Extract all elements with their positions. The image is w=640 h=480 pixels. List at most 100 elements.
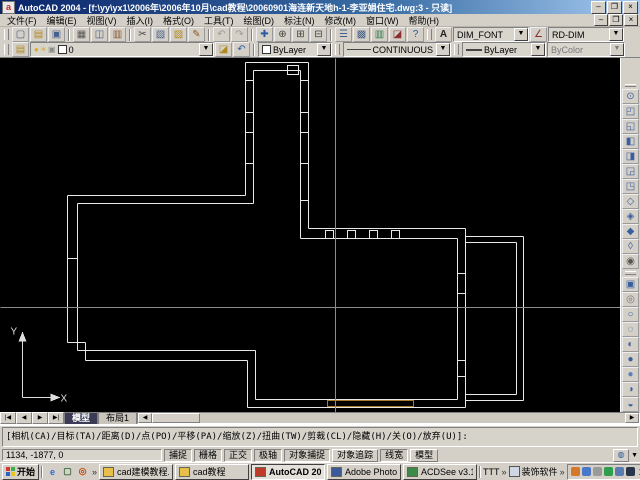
copy-button[interactable]: ▧ <box>152 27 169 42</box>
last-tab-button[interactable]: ▶| <box>48 412 64 424</box>
front-view-button[interactable]: ◲ <box>622 164 639 179</box>
doc-restore-button[interactable]: ❐ <box>609 14 623 26</box>
model-space-canvas[interactable]: YX <box>0 58 620 412</box>
command-line[interactable]: [相机(CA)/目标(TA)/距离(D)/点(PO)/平移(PA)/缩放(Z)/… <box>2 427 638 447</box>
save-button[interactable]: ▣ <box>48 27 65 42</box>
show-desktop-button[interactable]: ▢ <box>60 464 75 479</box>
chevron-down-icon[interactable]: ▼ <box>514 28 528 41</box>
undo-button[interactable]: ↶ <box>213 27 230 42</box>
prev-tab-button[interactable]: ◀ <box>16 412 32 424</box>
scrollbar-thumb[interactable] <box>152 413 200 423</box>
flat-shaded-button[interactable]: ● <box>622 352 639 367</box>
tray-icon-6[interactable] <box>626 467 635 476</box>
se-isometric-view-button[interactable]: ◈ <box>622 209 639 224</box>
status-toggle-polar[interactable]: 极轴 <box>254 449 282 462</box>
quick-launch-overflow-icon[interactable]: » <box>92 467 97 477</box>
coordinate-display[interactable]: 1134, -1877, 0 <box>2 449 162 461</box>
horizontal-scrollbar[interactable]: ◀ ▶ <box>137 412 640 424</box>
language-bar[interactable]: TTT » <box>483 467 507 477</box>
start-button[interactable]: 开始 <box>2 464 39 480</box>
communication-center-icon[interactable]: ◍ <box>613 449 629 462</box>
taskbar-clock[interactable]: 15:50 <box>637 467 640 477</box>
camera-button[interactable]: ◉ <box>622 254 639 269</box>
toolbar-grip[interactable] <box>625 271 636 275</box>
dim-style-icon-button[interactable]: ∠ <box>530 27 547 42</box>
status-toggle-ortho[interactable]: 正交 <box>224 449 252 462</box>
status-toggle-grid[interactable]: 栅格 <box>194 449 222 462</box>
doc-close-button[interactable]: × <box>624 14 638 26</box>
right-view-button[interactable]: ◨ <box>622 149 639 164</box>
flat-shaded-edges-button[interactable]: ◑ <box>622 382 639 397</box>
status-toggle-otrack[interactable]: 对象追踪 <box>332 449 378 462</box>
menu-modify[interactable]: 修改(M) <box>320 13 362 28</box>
task-cad-modeling-tutorial[interactable]: cad建模教程... <box>99 464 173 480</box>
pan-realtime-button[interactable]: ✚ <box>256 27 273 42</box>
tab-model[interactable]: 模型 <box>64 412 98 424</box>
first-tab-button[interactable]: |◀ <box>0 412 16 424</box>
tray-icon-2[interactable] <box>582 467 591 476</box>
zoom-realtime-button[interactable]: ⊕ <box>274 27 291 42</box>
toolband-label[interactable]: 装饰软件 <box>522 465 558 478</box>
sw-isometric-view-button[interactable]: ◇ <box>622 194 639 209</box>
minimize-button[interactable]: – <box>591 1 606 14</box>
ne-isometric-view-button[interactable]: ◆ <box>622 224 639 239</box>
task-acdsee[interactable]: ACDSee v3.1... <box>403 464 477 480</box>
redo-button[interactable]: ↷ <box>231 27 248 42</box>
menu-view[interactable]: 视图(V) <box>82 13 122 28</box>
gouraud-shaded-button[interactable]: ● <box>622 367 639 382</box>
designcenter-button[interactable]: ▩ <box>353 27 370 42</box>
hidden-button[interactable]: ◐ <box>622 337 639 352</box>
markup-button[interactable]: ◪ <box>389 27 406 42</box>
publish-button[interactable]: ▥ <box>109 27 126 42</box>
chevron-down-icon[interactable]: ▼ <box>436 43 450 56</box>
toolbar-grip[interactable] <box>335 44 340 55</box>
toolbar-grip[interactable] <box>427 29 432 40</box>
menu-edit[interactable]: 编辑(E) <box>42 13 82 28</box>
menu-format[interactable]: 格式(O) <box>158 13 199 28</box>
plot-button[interactable]: ▦ <box>73 27 90 42</box>
task-cad-tutorial[interactable]: cad教程 <box>175 464 249 480</box>
tab-layout1[interactable]: 布局1 <box>98 412 137 424</box>
linetype-control-combo[interactable]: CONTINUOUS ▼ <box>343 42 451 57</box>
scroll-left-icon[interactable]: ◀ <box>138 413 152 423</box>
ie-quicklaunch-button[interactable]: e <box>45 464 60 479</box>
media-player-button[interactable]: ◎ <box>75 464 90 479</box>
paste-button[interactable]: ▨ <box>170 27 187 42</box>
toolbar-grip[interactable] <box>454 44 459 55</box>
chevron-down-icon[interactable]: ▼ <box>199 43 213 56</box>
image-button[interactable]: ▣ <box>622 277 639 292</box>
chevron-down-icon[interactable]: ▼ <box>609 28 623 41</box>
tray-icon-5[interactable] <box>615 467 624 476</box>
close-button[interactable]: × <box>623 1 638 14</box>
left-view-button[interactable]: ◧ <box>622 134 639 149</box>
menu-tools[interactable]: 工具(T) <box>199 13 239 28</box>
menu-draw[interactable]: 绘图(D) <box>239 13 280 28</box>
zoom-previous-button[interactable]: ⊟ <box>310 27 327 42</box>
menu-file[interactable]: 文件(F) <box>2 13 42 28</box>
language-indicator[interactable]: TTT <box>483 467 500 477</box>
next-tab-button[interactable]: ▶ <box>32 412 48 424</box>
text-style-icon-button[interactable]: A <box>435 27 452 42</box>
scroll-right-icon[interactable]: ▶ <box>625 413 639 423</box>
plot-preview-button[interactable]: ◫ <box>91 27 108 42</box>
toolbar-grip[interactable] <box>4 44 9 55</box>
back-view-button[interactable]: ◳ <box>622 179 639 194</box>
layer-combo[interactable]: ●☀▣ 0 ▼ <box>30 42 214 57</box>
restore-button[interactable]: ❐ <box>607 1 622 14</box>
bottom-view-button[interactable]: ◱ <box>622 119 639 134</box>
tray-icon-1[interactable] <box>571 467 580 476</box>
toolband-chevron-icon[interactable]: » <box>560 467 565 477</box>
status-tray-arrow-icon[interactable]: ▼ <box>631 452 638 459</box>
desktop-toolband[interactable]: 装饰软件 » <box>509 465 565 478</box>
layer-previous-button[interactable]: ↶ <box>233 42 250 57</box>
nw-isometric-view-button[interactable]: ◊ <box>622 239 639 254</box>
menu-dimension[interactable]: 标注(N) <box>279 13 320 28</box>
lineweight-control-combo[interactable]: ByLayer ▼ <box>462 42 546 57</box>
text-style-combo[interactable]: DIM_FONT ▼ <box>453 27 529 42</box>
properties-button[interactable]: ☰ <box>335 27 352 42</box>
status-toggle-lwt[interactable]: 线宽 <box>380 449 408 462</box>
tool-palettes-button[interactable]: ▥ <box>371 27 388 42</box>
gouraud-shaded-edges-button[interactable]: ◒ <box>622 397 639 412</box>
tray-icon-3[interactable] <box>593 467 602 476</box>
match-properties-button[interactable]: ✎ <box>188 27 205 42</box>
